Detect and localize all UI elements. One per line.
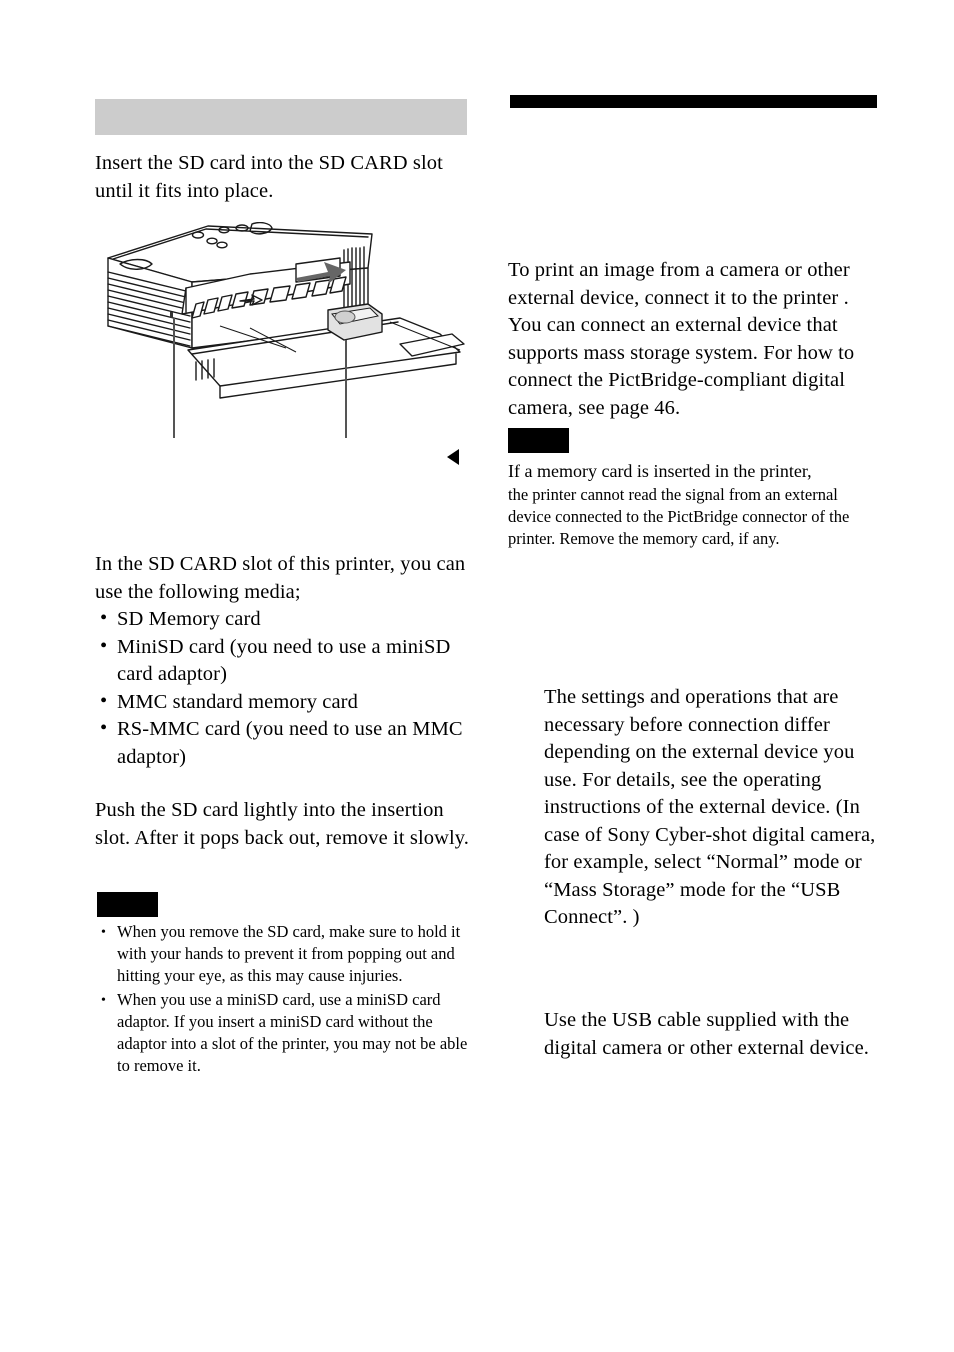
list-item: MiniSD card (you need to use a miniSD ca… [95, 633, 477, 689]
list-item: SD Memory card [95, 605, 477, 634]
right-column-heading-rule [510, 95, 877, 108]
remove-card-paragraph: Push the SD card lightly into the insert… [95, 799, 470, 849]
left-pointer-triangle-icon [447, 449, 459, 465]
supported-media-list: SD Memory card MiniSD card (you need to … [95, 605, 477, 771]
connect-external-device-paragraph: To print an image from a camera or other… [508, 259, 855, 419]
intro-paragraph: Insert the SD card into the SD CARD slot… [95, 152, 443, 202]
list-item: MMC standard memory card [95, 688, 477, 717]
left-notes-tag [97, 892, 158, 917]
left-notes-list: When you remove the SD card, make sure t… [97, 921, 475, 1077]
left-column-heading-bar [95, 99, 467, 135]
usb-cable-paragraph: Use the USB cable supplied with the digi… [544, 1009, 870, 1059]
manual-page: Insert the SD card into the SD CARD slot… [0, 0, 954, 1352]
supported-media-paragraph: In the SD CARD slot of this printer, you… [95, 553, 466, 603]
right-note-lead-line: If a memory card is inserted in the prin… [508, 461, 812, 481]
printer-sd-card-insertion-illustration [100, 222, 480, 472]
printer-line-art-svg [107, 222, 465, 438]
list-item: When you remove the SD card, make sure t… [97, 921, 475, 987]
right-note-tag [508, 428, 569, 453]
settings-and-operations-paragraph: The settings and operations that are nec… [544, 686, 876, 928]
right-note-body: the printer cannot read the signal from … [508, 485, 850, 548]
list-item: When you use a miniSD card, use a miniSD… [97, 989, 475, 1077]
list-item: RS-MMC card (you need to use an MMC adap… [95, 715, 477, 771]
